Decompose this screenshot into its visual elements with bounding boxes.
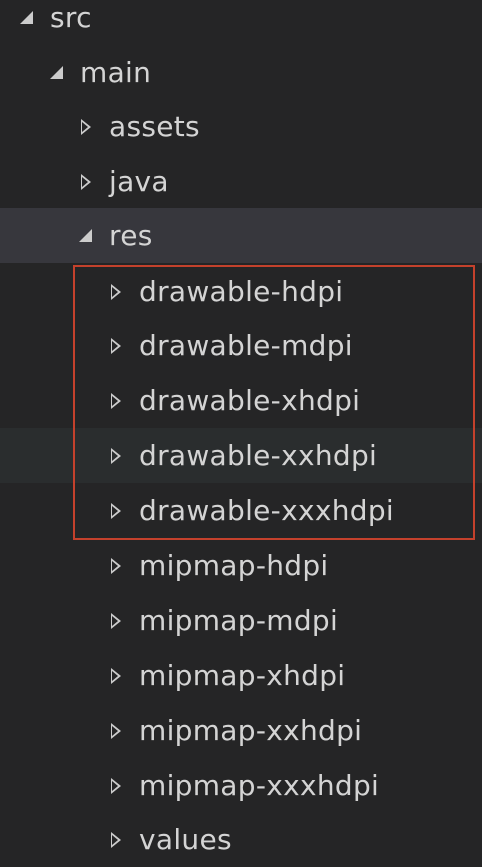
tree-item-assets[interactable]: assets [0,99,482,154]
tree-item-label: values [139,823,232,856]
chevron-down-icon [20,11,50,24]
tree-item-label: mipmap-xxxhdpi [139,769,380,802]
tree-item-label: res [109,219,153,252]
tree-item-label: src [50,1,92,34]
tree-item-main[interactable]: main [0,45,482,100]
tree-item-src[interactable]: src [0,0,482,45]
tree-item-mipmap-hdpi[interactable]: mipmap-hdpi [0,538,482,593]
tree-item-label: mipmap-xhdpi [139,659,346,692]
tree-item-mipmap-xhdpi[interactable]: mipmap-xhdpi [0,648,482,703]
tree-item-mipmap-xxxhdpi[interactable]: mipmap-xxxhdpi [0,758,482,813]
chevron-right-icon [109,667,139,684]
chevron-right-icon [109,831,139,848]
tree-item-drawable-xxxhdpi[interactable]: drawable-xxxhdpi [0,483,482,538]
tree-item-drawable-hdpi[interactable]: drawable-hdpi [0,264,482,319]
tree-item-values[interactable]: values [0,812,482,867]
tree-item-label: assets [109,110,200,143]
tree-item-label: mipmap-mdpi [139,604,339,637]
tree-item-mipmap-xxhdpi[interactable]: mipmap-xxhdpi [0,703,482,758]
tree-item-label: drawable-xxhdpi [139,439,378,472]
chevron-right-icon [109,392,139,409]
tree-item-res[interactable]: res [0,208,482,263]
tree-item-label: drawable-xhdpi [139,384,361,417]
chevron-right-icon [109,283,139,300]
tree-item-java[interactable]: java [0,154,482,209]
chevron-down-icon [79,229,109,242]
tree-item-label: drawable-hdpi [139,275,344,308]
tree-item-label: drawable-mdpi [139,329,353,362]
tree-item-label: main [80,56,152,89]
chevron-right-icon [79,118,109,135]
chevron-right-icon [109,612,139,629]
file-explorer-tree: src main assets java res drawable-hdpi d… [0,0,482,867]
tree-item-mipmap-mdpi[interactable]: mipmap-mdpi [0,593,482,648]
tree-item-drawable-xhdpi[interactable]: drawable-xhdpi [0,373,482,428]
chevron-right-icon [109,447,139,464]
tree-item-label: mipmap-hdpi [139,549,329,582]
chevron-right-icon [109,502,139,519]
tree-item-label: java [109,165,169,198]
tree-item-drawable-mdpi[interactable]: drawable-mdpi [0,318,482,373]
chevron-right-icon [109,337,139,354]
chevron-down-icon [50,66,80,79]
tree-item-drawable-xxhdpi[interactable]: drawable-xxhdpi [0,428,482,483]
tree-item-label: mipmap-xxhdpi [139,714,363,747]
chevron-right-icon [109,777,139,794]
chevron-right-icon [109,722,139,739]
tree-item-label: drawable-xxxhdpi [139,494,394,527]
chevron-right-icon [79,173,109,190]
chevron-right-icon [109,557,139,574]
